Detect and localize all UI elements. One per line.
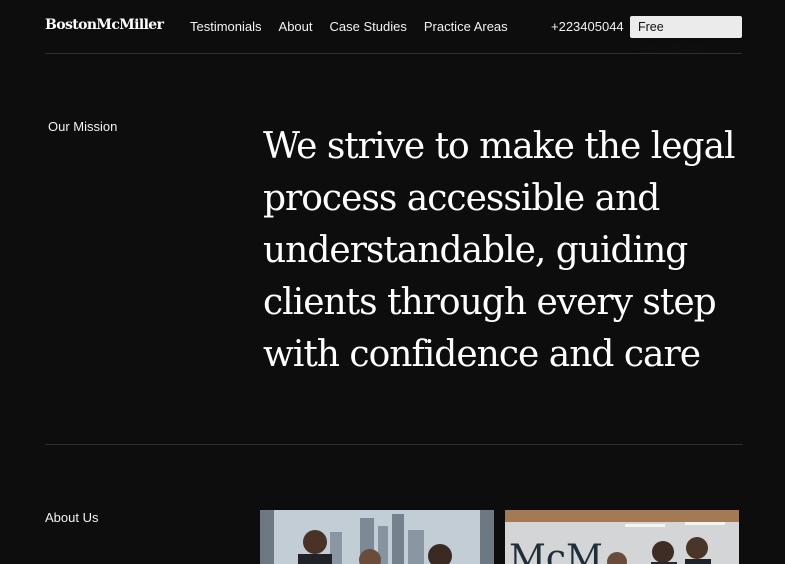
team-photo-office: McM [505,510,739,564]
mission-statement: We strive to make the legal process acce… [263,126,736,375]
about-label: About Us [45,510,99,525]
phone-number[interactable]: +223405044 [551,19,624,34]
top-navigation: BostonMcMiller Testimonials About Case S… [45,0,742,56]
page: BostonMcMiller Testimonials About Case S… [0,0,785,564]
nav-link-about[interactable]: About [279,19,313,34]
nav-link-practice-areas[interactable]: Practice Areas [424,19,508,34]
mission-label: Our Mission [48,119,118,134]
free-consultation-button[interactable]: Free Consultation [630,16,742,56]
nav-links: Testimonials About Case Studies Practice… [190,19,508,34]
office-wall-sign: McM [509,538,603,564]
brand-logo[interactable]: BostonMcMiller [45,17,164,33]
nav-link-case-studies[interactable]: Case Studies [330,19,407,34]
team-photo-skyline [260,510,494,564]
section-divider [45,444,743,445]
nav-link-testimonials[interactable]: Testimonials [190,19,262,34]
